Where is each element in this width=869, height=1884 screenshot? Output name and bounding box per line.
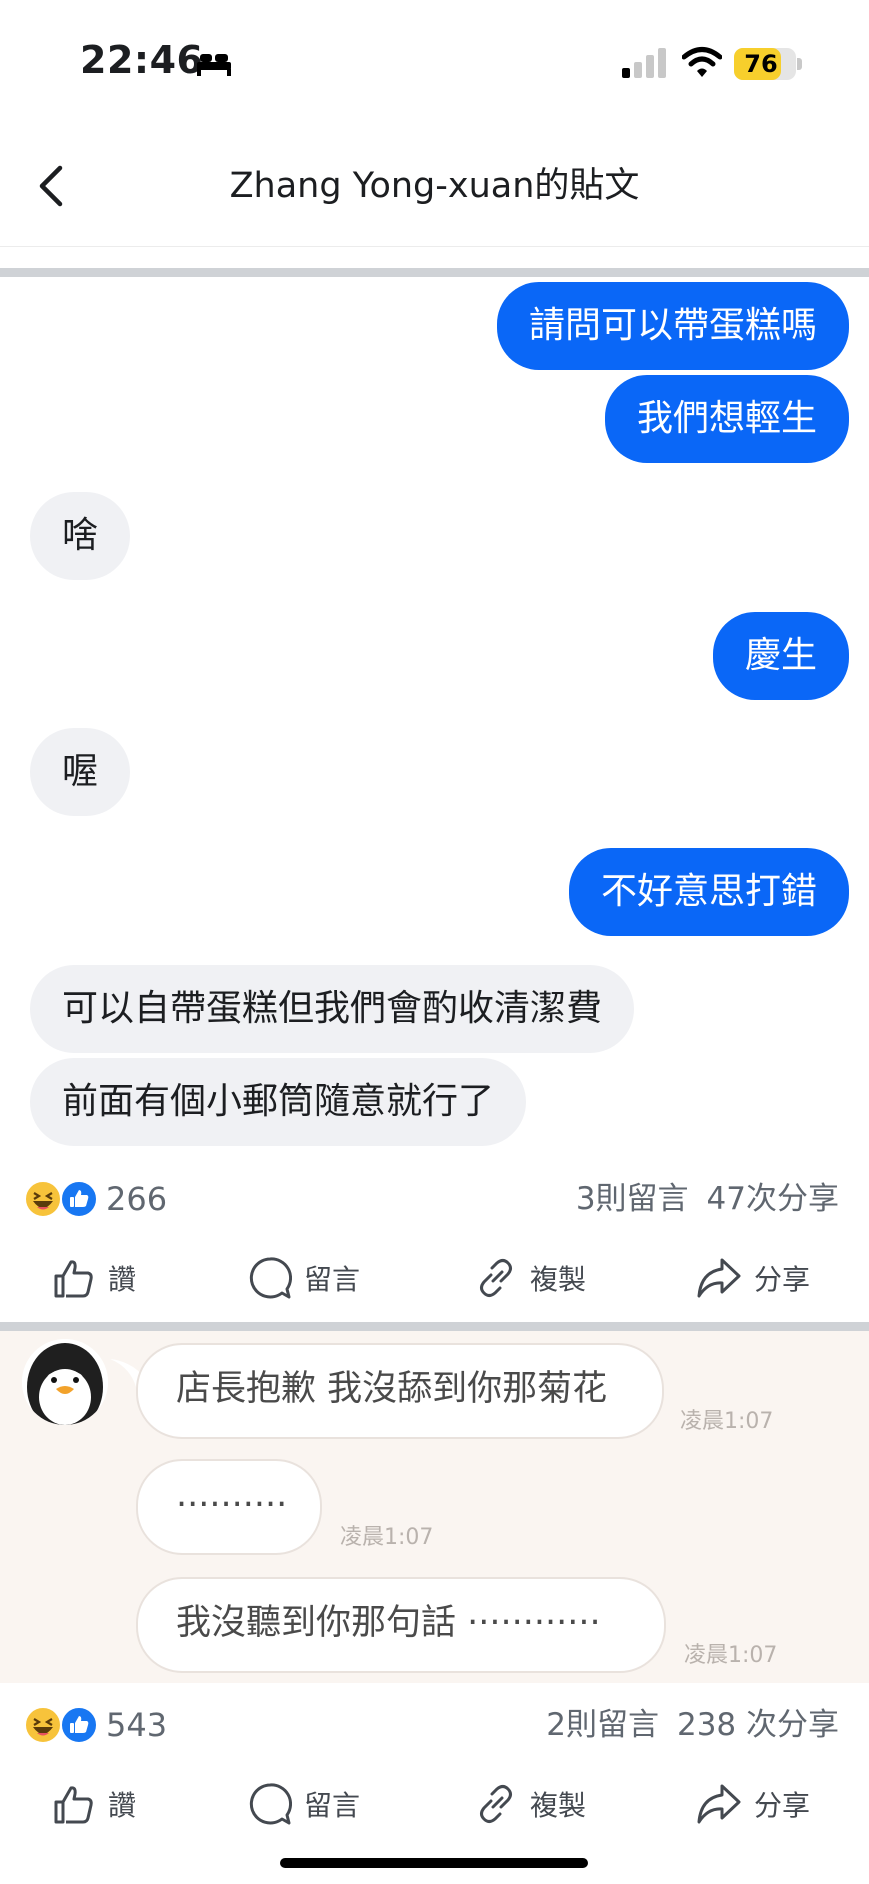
share-arrow-icon <box>697 1784 741 1824</box>
outgoing-message: 慶生 <box>712 612 849 700</box>
sleep-mode-icon <box>197 54 231 76</box>
outgoing-message: 不好意思打錯 <box>568 848 849 936</box>
battery-indicator: 76 <box>734 48 796 80</box>
share-button[interactable]: 分享 <box>696 1248 810 1308</box>
share-count[interactable]: 47次分享 <box>707 1181 839 1217</box>
copy-link-button[interactable]: 複製 <box>474 1248 586 1308</box>
like-label: 讚 <box>108 1789 137 1822</box>
comment-label: 留言 <box>304 1263 361 1296</box>
share-label: 分享 <box>754 1789 811 1822</box>
penguin-avatar <box>22 1339 108 1425</box>
message-time: 凌晨1:07 <box>340 1525 434 1550</box>
reaction-count[interactable]: 266 <box>106 1176 167 1222</box>
comment-bubble-icon <box>249 1257 292 1299</box>
share-arrow-icon <box>697 1258 741 1298</box>
message-time: 凌晨1:07 <box>680 1409 774 1434</box>
chat-message: ·········· <box>136 1459 322 1555</box>
thumbs-up-icon <box>54 1786 93 1824</box>
comment-share-stats[interactable]: 2則留言 238 次分享 <box>546 1702 839 1748</box>
status-time: 22:46 <box>80 38 204 82</box>
chat-message: 我沒聽到你那句話 ············ <box>136 1577 666 1673</box>
post-separator <box>0 268 869 277</box>
comment-button[interactable]: 留言 <box>248 1774 360 1834</box>
battery-tip <box>797 58 802 70</box>
like-reaction-icon <box>60 1706 98 1744</box>
chat-message: 店長抱歉 我沒舔到你那菊花 <box>136 1343 664 1439</box>
share-count[interactable]: 238 次分享 <box>677 1707 839 1743</box>
penguin-icon <box>22 1339 108 1425</box>
share-button[interactable]: 分享 <box>696 1774 810 1834</box>
like-button[interactable]: 讚 <box>52 1248 136 1308</box>
comment-share-stats[interactable]: 3則留言 47次分享 <box>576 1176 839 1222</box>
battery-percent: 76 <box>744 50 778 78</box>
post-action-bar: 讚 留言 複製 分享 <box>0 1774 869 1834</box>
copy-label: 複製 <box>530 1789 587 1822</box>
like-button[interactable]: 讚 <box>52 1774 136 1834</box>
incoming-message: 前面有個小郵筒隨意就行了 <box>30 1058 527 1146</box>
link-icon <box>480 1785 512 1823</box>
haha-reaction-icon <box>24 1180 62 1218</box>
home-indicator[interactable] <box>280 1858 588 1868</box>
comment-label: 留言 <box>304 1789 361 1822</box>
thumbs-up-icon <box>54 1260 93 1298</box>
incoming-message: 喔 <box>30 728 131 816</box>
comment-button[interactable]: 留言 <box>248 1248 360 1308</box>
copy-label: 複製 <box>530 1263 587 1296</box>
outgoing-message: 請問可以帶蛋糕嗎 <box>496 282 849 370</box>
like-label: 讚 <box>108 1263 137 1296</box>
copy-link-button[interactable]: 複製 <box>474 1774 586 1834</box>
share-label: 分享 <box>754 1263 811 1296</box>
comment-count[interactable]: 3則留言 <box>576 1181 689 1217</box>
outgoing-message: 我們想輕生 <box>604 375 849 463</box>
post-image[interactable]: 店長抱歉 我沒舔到你那菊花 凌晨1:07 ·········· 凌晨1:07 我… <box>0 1331 869 1683</box>
comment-bubble-icon <box>249 1783 292 1825</box>
comment-count[interactable]: 2則留言 <box>546 1707 659 1743</box>
incoming-message: 可以自帶蛋糕但我們會酌收清潔費 <box>30 965 635 1053</box>
post-stats: 266 3則留言 47次分享 <box>0 1174 869 1224</box>
incoming-message: 啥 <box>30 492 131 580</box>
page-title: Zhang Yong-xuan的貼文 <box>229 166 640 206</box>
wifi-icon <box>682 47 722 77</box>
header-divider <box>0 246 869 247</box>
reaction-count[interactable]: 543 <box>106 1702 167 1748</box>
post-stats: 543 2則留言 238 次分享 <box>0 1700 869 1750</box>
haha-reaction-icon <box>24 1706 62 1744</box>
message-time: 凌晨1:07 <box>684 1643 778 1668</box>
link-icon <box>480 1259 512 1297</box>
post-separator <box>0 1322 869 1331</box>
back-chevron-icon[interactable] <box>34 162 70 210</box>
cellular-signal-icon <box>622 48 666 78</box>
post-action-bar: 讚 留言 複製 分享 <box>0 1248 869 1308</box>
like-reaction-icon <box>60 1180 98 1218</box>
